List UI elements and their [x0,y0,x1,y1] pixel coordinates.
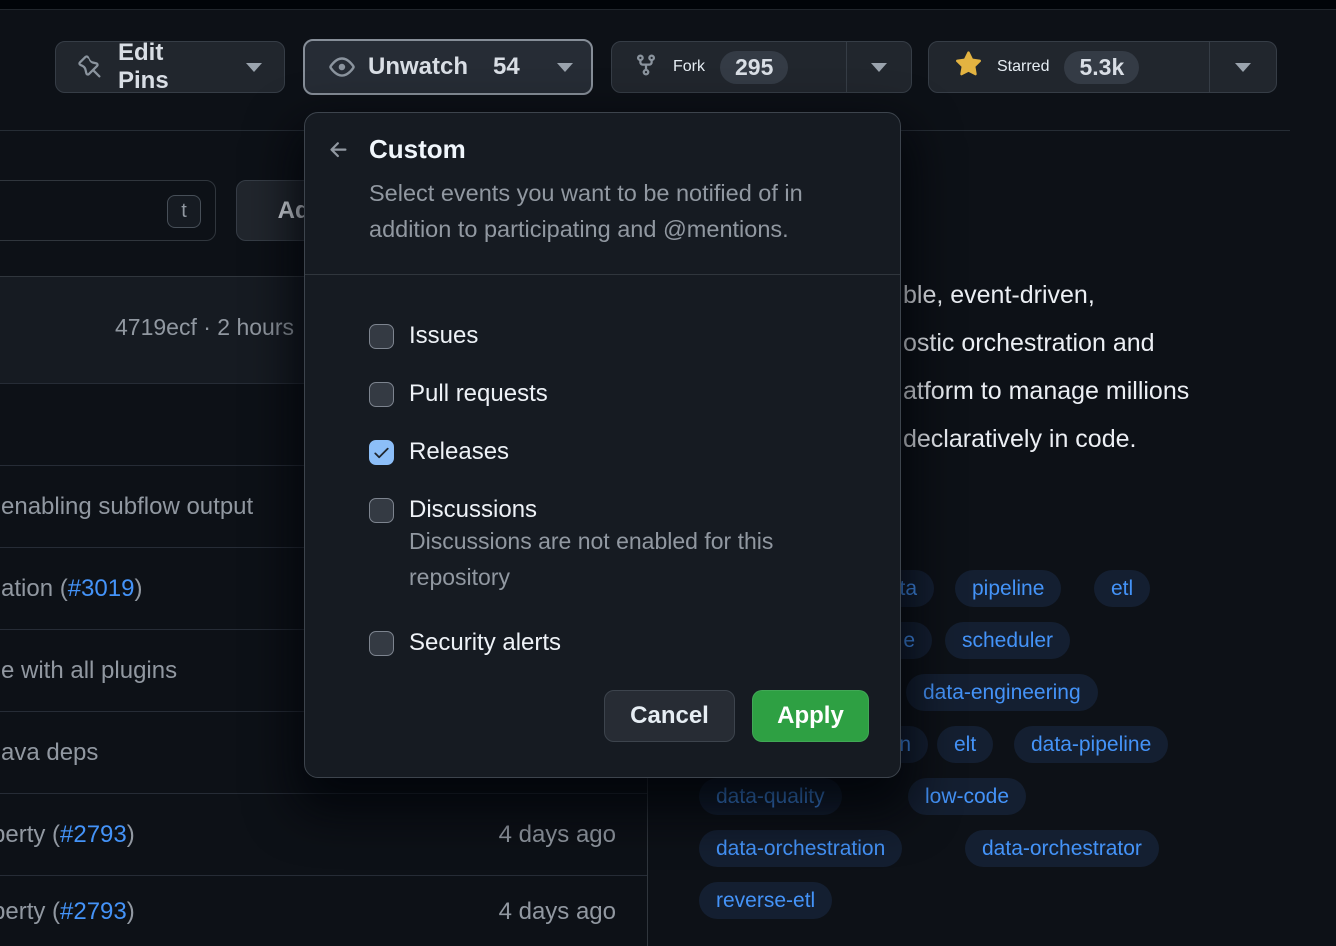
topic-tag[interactable]: data-engineering [906,674,1098,711]
commit-message[interactable]: ) [134,575,142,603]
issue-link[interactable]: #3019 [68,575,135,603]
file-row[interactable]: perty (#2793) 4 days ago [0,794,647,876]
starred-button[interactable]: Starred 5.3k [929,42,1209,92]
fork-icon [634,53,658,82]
topic-tag[interactable]: low-code [908,778,1026,815]
issue-link[interactable]: #2793 [60,898,127,926]
checkbox-discussions[interactable] [369,498,394,523]
watch-count: 54 [493,53,520,81]
unwatch-button[interactable]: Unwatch 54 [303,39,593,95]
cancel-button[interactable]: Cancel [604,690,735,742]
discussions-disabled-note: Discussions are not enabled for this rep… [409,523,839,595]
fork-button[interactable]: Fork 295 [612,42,846,92]
fork-label: Fork [673,58,705,76]
pin-icon [78,55,102,79]
dialog-divider [305,274,900,275]
option-releases[interactable]: Releases [369,438,509,466]
checkbox-pull-requests[interactable] [369,382,394,407]
option-label: Discussions [409,496,537,524]
topic-tag[interactable]: data-quality [699,778,842,815]
apply-button[interactable]: Apply [752,690,869,742]
dialog-title: Custom [369,134,466,165]
commit-message[interactable]: e with all plugins [1,657,177,685]
commit-message[interactable]: enabling subflow output [1,493,253,521]
about-description-line: ostic orchestration and [903,329,1155,358]
option-label: Releases [409,438,509,466]
fork-button-group: Fork 295 [611,41,912,93]
topic-tag[interactable]: etl [1094,570,1150,607]
topic-tag[interactable]: data-pipeline [1014,726,1168,763]
go-to-file-input[interactable]: t [0,180,216,241]
option-label: Issues [409,322,478,350]
commit-date: 4 days ago [499,898,616,926]
checkbox-security-alerts[interactable] [369,631,394,656]
topic-tag[interactable]: scheduler [945,622,1070,659]
checkbox-releases[interactable] [369,440,394,465]
topic-tag[interactable]: data-orchestrator [965,830,1159,867]
option-label: Security alerts [409,629,561,657]
notification-settings-dialog: Custom Select events you want to be noti… [304,112,901,778]
github-repo-page: Edit Pins Unwatch 54 Fork 295 Starred 5.… [0,0,1336,946]
commit-date: 4 days ago [499,821,616,849]
dialog-description: Select events you want to be notified of… [369,175,859,247]
chevron-down-icon [871,63,887,72]
commit-message[interactable]: ation ( [1,575,68,603]
issue-link[interactable]: #2793 [60,821,127,849]
option-discussions[interactable]: Discussions [369,496,537,524]
commit-hash-and-time[interactable]: 4719ecf · 2 hours [115,314,294,341]
option-security-alerts[interactable]: Security alerts [369,629,561,657]
star-dropdown-button[interactable] [1209,42,1276,92]
topic-tag[interactable]: reverse-etl [699,882,832,919]
option-label: Pull requests [409,380,548,408]
about-description-line: atform to manage millions [903,377,1189,406]
chevron-down-icon [246,63,262,72]
commit-message[interactable]: ) [127,898,135,926]
star-icon [955,51,982,83]
edit-pins-label: Edit Pins [118,39,220,95]
topic-tag[interactable]: pipeline [955,570,1061,607]
starred-label: Starred [997,58,1049,76]
keyboard-shortcut-hint: t [167,195,201,228]
chevron-down-icon [1235,63,1251,72]
checkbox-issues[interactable] [369,324,394,349]
commit-message[interactable]: ) [127,821,135,849]
chevron-down-icon [557,63,573,72]
commit-message[interactable]: ava deps [1,739,98,767]
site-header-edge [0,0,1336,10]
commit-message[interactable]: perty ( [0,821,60,849]
file-row[interactable]: perty (#2793) 4 days ago [0,876,647,946]
option-pull-requests[interactable]: Pull requests [369,380,548,408]
edit-pins-button[interactable]: Edit Pins [55,41,285,93]
watch-label: Unwatch [368,53,468,81]
eye-icon [329,54,355,80]
commit-message[interactable]: perty ( [0,898,60,926]
topic-tag[interactable]: data-orchestration [699,830,902,867]
back-arrow-icon[interactable] [327,138,351,162]
about-description-line: declaratively in code. [903,425,1136,454]
star-button-group: Starred 5.3k [928,41,1277,93]
fork-dropdown-button[interactable] [846,42,911,92]
fork-count-badge: 295 [720,51,788,84]
star-count-badge: 5.3k [1064,51,1139,84]
option-issues[interactable]: Issues [369,322,478,350]
about-description-line: ble, event-driven, [903,281,1095,310]
topic-tag[interactable]: elt [937,726,993,763]
